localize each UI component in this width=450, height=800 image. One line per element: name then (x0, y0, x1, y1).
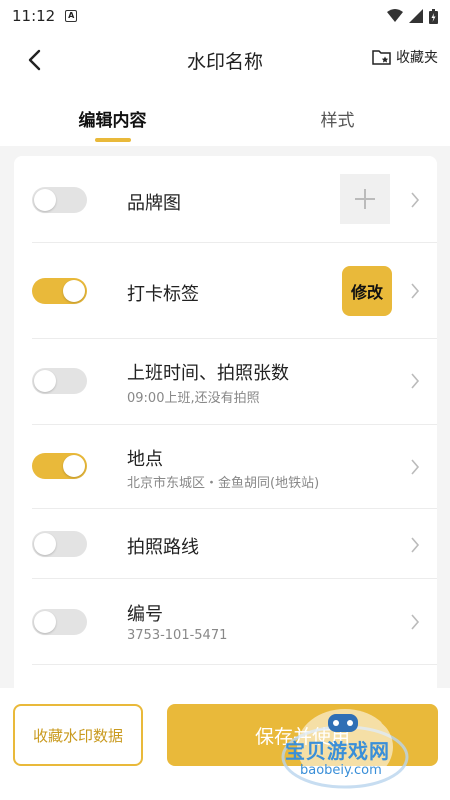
location-toggle[interactable] (32, 453, 87, 479)
favorites-button[interactable]: 收藏夹 (372, 47, 438, 67)
chevron-right-icon[interactable] (409, 458, 421, 476)
tab-label: 样式 (320, 111, 355, 131)
tab-edit-content[interactable]: 编辑内容 (0, 86, 225, 146)
tab-style[interactable]: 样式 (225, 86, 450, 146)
row-divider (32, 578, 437, 579)
signal-icon (409, 9, 423, 23)
row-divider (32, 664, 437, 665)
battery-icon (429, 8, 438, 24)
row-divider (32, 338, 437, 339)
status-time: 11:12 (12, 7, 56, 25)
status-icons (387, 8, 438, 24)
wifi-icon (387, 9, 403, 22)
folder-star-icon (372, 50, 391, 65)
row-divider (32, 424, 437, 425)
row-subtitle-location: 北京市东城区・金鱼胡同(地铁站) (127, 476, 320, 491)
tab-active-indicator (94, 138, 131, 142)
row-title-brand-image: 品牌图 (127, 193, 181, 214)
row-title-photo-route: 拍照路线 (127, 537, 199, 558)
checkin-tag-toggle[interactable] (32, 278, 87, 304)
row-divider (32, 242, 437, 243)
save-watermark-data-button[interactable]: 收藏水印数据 (13, 704, 143, 766)
row-subtitle-work-time: 09:00上班,还没有拍照 (127, 391, 260, 406)
toggle-knob (34, 189, 56, 211)
row-title-work-time: 上班时间、拍照张数 (127, 363, 289, 384)
status-bar: 11:12 A (0, 0, 450, 32)
notification-a-icon: A (65, 10, 78, 22)
serial-number-toggle[interactable] (32, 609, 87, 635)
chevron-right-icon[interactable] (409, 536, 421, 554)
add-brand-image-button[interactable] (340, 174, 390, 224)
brand-image-toggle[interactable] (32, 187, 87, 213)
site-watermark-url: baobeiy.com (300, 763, 382, 778)
toggle-knob (34, 611, 56, 633)
photo-route-toggle[interactable] (32, 531, 87, 557)
work-time-toggle[interactable] (32, 368, 87, 394)
row-title-checkin-tag: 打卡标签 (127, 284, 199, 305)
row-title-serial-number: 编号 (127, 604, 163, 625)
chevron-right-icon[interactable] (409, 191, 421, 209)
tab-bar: 编辑内容 样式 (0, 86, 450, 146)
tab-label: 编辑内容 (78, 111, 147, 131)
edit-checkin-tag-button[interactable]: 修改 (342, 266, 392, 316)
toggle-knob (34, 370, 56, 392)
row-subtitle-serial-number: 3753-101-5471 (127, 628, 228, 643)
toggle-knob (63, 280, 85, 302)
chevron-right-icon[interactable] (409, 613, 421, 631)
content-card: 品牌图 打卡标签 修改 上班时间、拍照张数 09:00上班,还没有拍照 地点 北… (14, 156, 437, 696)
row-divider (32, 508, 437, 509)
chevron-right-icon[interactable] (409, 282, 421, 300)
toggle-knob (34, 533, 56, 555)
plus-icon (355, 189, 375, 209)
favorites-label: 收藏夹 (396, 50, 438, 66)
site-watermark-text: 宝贝游戏网 (285, 739, 390, 763)
nav-bar: 水印名称 收藏夹 (0, 32, 450, 86)
row-title-location: 地点 (127, 449, 163, 470)
chevron-right-icon[interactable] (409, 372, 421, 390)
toggle-knob (63, 455, 85, 477)
